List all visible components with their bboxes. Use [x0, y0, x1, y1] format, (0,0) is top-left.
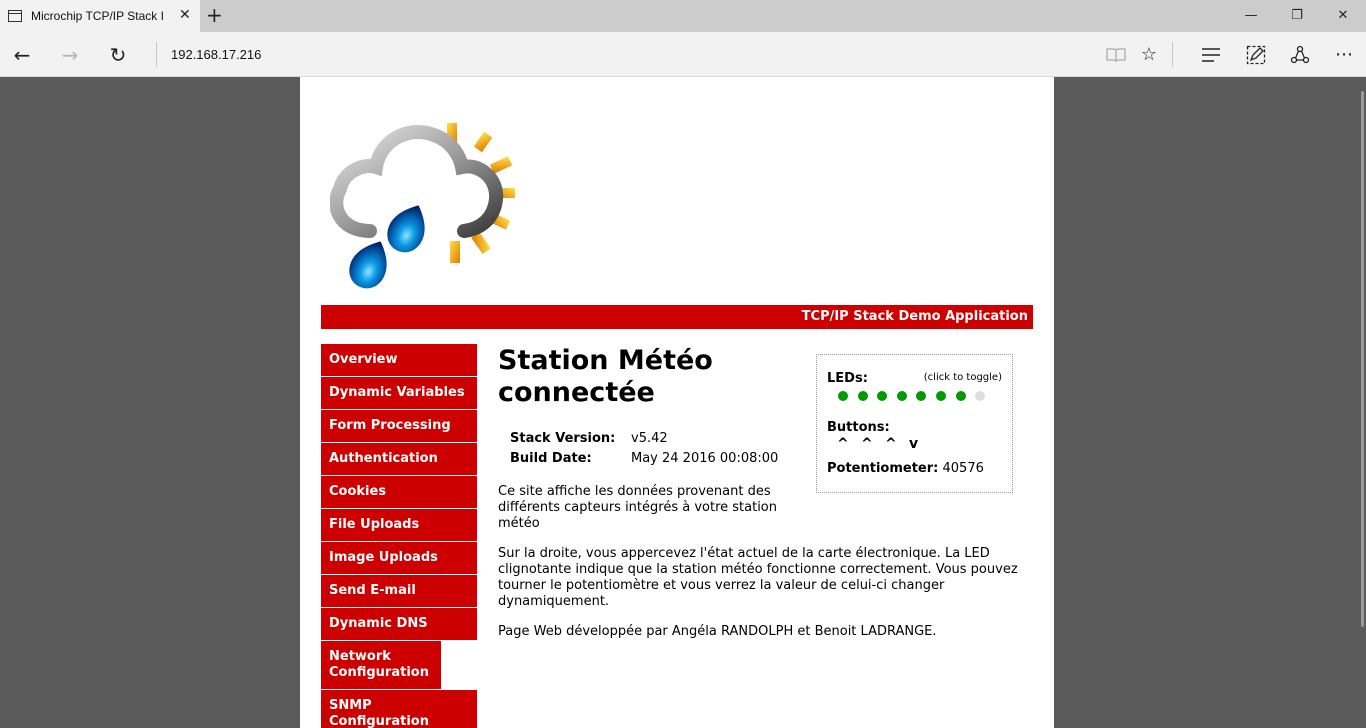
menu-item-dynamic-dns[interactable]: Dynamic DNS [321, 608, 477, 641]
hub-icon[interactable] [1197, 41, 1225, 69]
favorite-icon[interactable]: ☆ [1135, 41, 1163, 69]
intro-paragraph: Ce site affiche les données provenant de… [498, 484, 777, 531]
button-state-1: ^ [837, 436, 849, 452]
board-status-box: LEDs: (click to toggle) Buttons: ^ ^ ^ v Po… [816, 354, 1013, 493]
button-state-4: v [909, 436, 919, 452]
menu-item-authentication[interactable]: Authentication [321, 443, 477, 476]
minimize-icon[interactable]: — [1228, 0, 1274, 32]
toggle-hint: (click to toggle) [923, 372, 1002, 383]
button-state-3: ^ [885, 436, 897, 452]
build-date-value: May 24 2016 00:08:00 [631, 451, 779, 466]
address-separator [156, 42, 157, 67]
close-tab-icon[interactable]: ✕ [179, 7, 191, 23]
sidebar-menu: Overview Dynamic Variables Form Processi… [321, 344, 477, 728]
page-icon [8, 10, 22, 22]
close-window-icon[interactable]: ✕ [1320, 0, 1366, 32]
new-tab-icon[interactable]: + [206, 4, 223, 26]
menu-item-snmp-label: SNMP Configuration [329, 698, 429, 728]
page-viewport: TCP/IP Stack Demo Application Overview D… [0, 77, 1366, 728]
led-5[interactable] [916, 391, 927, 401]
scrollbar[interactable] [1356, 77, 1366, 728]
led-6[interactable] [936, 391, 946, 401]
led-8[interactable] [975, 391, 986, 401]
web-page: TCP/IP Stack Demo Application Overview D… [300, 77, 1054, 728]
menu-item-form-processing[interactable]: Form Processing [321, 410, 477, 443]
stack-version-value: v5.42 [631, 431, 668, 446]
buttons-label: Buttons: [827, 420, 890, 435]
table-row: Stack Version: v5.42 [510, 431, 778, 451]
share-icon[interactable] [1286, 41, 1314, 69]
credits-paragraph: Page Web développée par Angéla RANDOLPH … [498, 624, 937, 639]
refresh-icon[interactable]: ↻ [104, 41, 132, 69]
tab-strip: Microchip TCP/IP Stack I ✕ + — ❐ ✕ [0, 0, 1366, 32]
tab-title: Microchip TCP/IP Stack I [31, 9, 164, 23]
menu-item-dynamic-variables[interactable]: Dynamic Variables [321, 377, 477, 410]
potentiometer-label: Potentiometer: [827, 461, 939, 476]
restore-icon[interactable]: ❐ [1274, 0, 1320, 32]
back-icon[interactable]: ← [8, 41, 36, 69]
menu-item-send-email[interactable]: Send E-mail [321, 575, 477, 608]
scrollbar-thumb[interactable] [1361, 91, 1364, 627]
reading-view-icon[interactable] [1102, 41, 1130, 69]
build-date-label: Build Date: [510, 451, 592, 466]
led-3[interactable] [877, 391, 888, 401]
menu-item-snmp-configuration[interactable]: SNMP Configuration [321, 690, 477, 728]
menu-item-overview[interactable]: Overview [321, 344, 477, 377]
led-2[interactable] [857, 391, 868, 401]
page-title: Station Météo connectée [498, 345, 713, 408]
leds-label: LEDs: [827, 371, 868, 386]
menu-item-cookies[interactable]: Cookies [321, 476, 477, 509]
url-field[interactable]: 192.168.17.216 [171, 47, 261, 62]
led-4[interactable] [896, 391, 907, 401]
browser-tab[interactable]: Microchip TCP/IP Stack I ✕ [0, 0, 200, 32]
menu-item-file-uploads[interactable]: File Uploads [321, 509, 477, 542]
web-note-icon[interactable] [1242, 41, 1270, 69]
potentiometer: Potentiometer: 40576 [827, 461, 984, 476]
forward-icon[interactable]: → [56, 41, 84, 69]
button-state-2: ^ [861, 436, 873, 452]
stack-version-label: Stack Version: [510, 431, 616, 446]
menu-item-network-configuration[interactable]: Network Configuration [321, 641, 441, 690]
led-7[interactable] [955, 391, 966, 401]
menu-item-image-uploads[interactable]: Image Uploads [321, 542, 477, 575]
toolbar-separator [1172, 42, 1173, 67]
status-paragraph: Sur la droite, vous appercevez l'état ac… [498, 546, 1018, 609]
button-states: ^ ^ ^ v [837, 436, 933, 452]
stack-info-table: Stack Version: v5.42 Build Date: May 24 … [510, 431, 778, 471]
app-banner: TCP/IP Stack Demo Application [321, 305, 1033, 329]
more-icon[interactable]: ⋯ [1330, 41, 1358, 69]
led-1[interactable] [838, 391, 848, 401]
address-bar: ← → ↻ 192.168.17.216 ☆ ⋯ [0, 32, 1366, 77]
potentiometer-value: 40576 [942, 461, 984, 476]
weather-logo-icon [330, 123, 515, 289]
table-row: Build Date: May 24 2016 00:08:00 [510, 451, 778, 471]
